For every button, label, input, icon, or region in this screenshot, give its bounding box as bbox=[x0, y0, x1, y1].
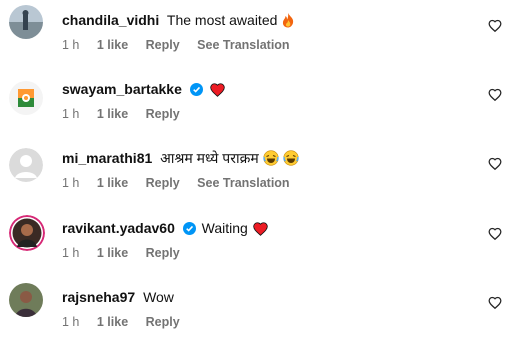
like-count[interactable]: 1 like bbox=[97, 315, 128, 329]
heart-outline-icon[interactable] bbox=[488, 157, 502, 171]
see-translation-button[interactable]: See Translation bbox=[197, 38, 289, 52]
like-count[interactable]: 1 like bbox=[97, 38, 128, 52]
comment-text: आश्रम मध्ये पराक्रम bbox=[160, 150, 259, 166]
avatar[interactable] bbox=[9, 81, 43, 115]
comment-username[interactable]: ravikant.yadav60 bbox=[62, 220, 175, 236]
comments-list: chandila_vidhi The most awaited 1 h 1 li… bbox=[0, 0, 511, 329]
comment-username[interactable]: mi_marathi81 bbox=[62, 150, 152, 166]
heart-icon bbox=[209, 83, 225, 97]
comment-time: 1 h bbox=[62, 315, 80, 329]
see-translation-button[interactable]: See Translation bbox=[197, 176, 289, 190]
avatar[interactable] bbox=[9, 283, 43, 317]
reply-button[interactable]: Reply bbox=[146, 107, 180, 121]
avatar[interactable] bbox=[9, 5, 43, 39]
comment-username[interactable]: swayam_bartakke bbox=[62, 81, 182, 97]
comment-item: rajsneha97 Wow 1 h 1 like Reply bbox=[0, 279, 511, 339]
like-count[interactable]: 1 like bbox=[97, 176, 128, 190]
laughing-emoji-icon bbox=[263, 150, 279, 166]
comment-text: Waiting bbox=[201, 220, 248, 236]
comment-username[interactable]: rajsneha97 bbox=[62, 289, 135, 305]
comment-text: The most awaited bbox=[166, 12, 278, 28]
heart-outline-icon[interactable] bbox=[488, 227, 502, 241]
comment-time: 1 h bbox=[62, 246, 80, 260]
comment-time: 1 h bbox=[62, 38, 80, 52]
comment-time: 1 h bbox=[62, 176, 80, 190]
avatar[interactable] bbox=[9, 215, 45, 251]
comment-time: 1 h bbox=[62, 107, 80, 121]
verified-badge-icon bbox=[182, 222, 196, 235]
reply-button[interactable]: Reply bbox=[146, 315, 180, 329]
like-count[interactable]: 1 like bbox=[97, 107, 128, 121]
fire-icon bbox=[283, 13, 294, 28]
heart-outline-icon[interactable] bbox=[488, 296, 502, 310]
verified-badge-icon bbox=[189, 83, 203, 96]
like-count[interactable]: 1 like bbox=[97, 246, 128, 260]
comment-item: mi_marathi81 आश्रम मध्ये पराक्रम 1 h 1 l… bbox=[0, 140, 511, 200]
heart-outline-icon[interactable] bbox=[488, 19, 502, 33]
comment-username[interactable]: chandila_vidhi bbox=[62, 12, 159, 28]
comment-text: Wow bbox=[143, 289, 174, 305]
comment-item: swayam_bartakke 1 h 1 like Reply bbox=[0, 71, 511, 131]
avatar[interactable] bbox=[9, 148, 43, 182]
reply-button[interactable]: Reply bbox=[146, 246, 180, 260]
heart-outline-icon[interactable] bbox=[488, 88, 502, 102]
reply-button[interactable]: Reply bbox=[146, 38, 180, 52]
heart-icon bbox=[252, 222, 268, 236]
reply-button[interactable]: Reply bbox=[146, 176, 180, 190]
comment-item: chandila_vidhi The most awaited 1 h 1 li… bbox=[0, 2, 511, 62]
laughing-emoji-icon bbox=[282, 150, 299, 166]
comment-item: ravikant.yadav60 Waiting 1 h 1 like Repl… bbox=[0, 210, 511, 270]
